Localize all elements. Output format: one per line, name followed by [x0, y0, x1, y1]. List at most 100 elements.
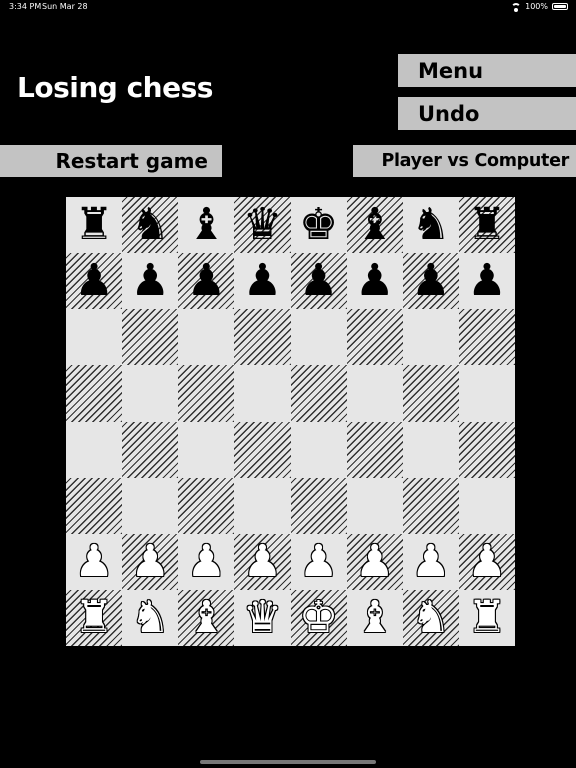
square-b7[interactable]: ♟	[122, 253, 179, 310]
black-pawn-icon[interactable]: ♟	[355, 259, 394, 303]
square-c4[interactable]	[178, 421, 235, 478]
square-h7[interactable]: ♟	[458, 253, 515, 310]
square-f8[interactable]: ♝	[346, 197, 403, 254]
white-pawn-icon[interactable]: ♟	[243, 539, 282, 584]
square-d7[interactable]: ♟	[234, 253, 291, 310]
square-b1[interactable]: ♞	[122, 589, 179, 646]
white-pawn-icon[interactable]: ♟	[411, 539, 450, 584]
square-h5[interactable]	[458, 365, 515, 422]
square-f3[interactable]	[346, 477, 403, 534]
square-e5[interactable]	[290, 365, 347, 422]
square-f5[interactable]	[346, 365, 403, 422]
white-bishop-icon[interactable]: ♝	[355, 595, 394, 640]
square-e4[interactable]	[290, 421, 347, 478]
black-pawn-icon[interactable]: ♟	[187, 259, 226, 303]
square-g6[interactable]	[402, 309, 459, 366]
square-e2[interactable]: ♟	[290, 533, 347, 590]
square-b5[interactable]	[122, 365, 179, 422]
square-d1[interactable]: ♛	[234, 589, 291, 646]
square-h8[interactable]: ♜	[458, 197, 515, 254]
black-bishop-icon[interactable]: ♝	[355, 203, 394, 247]
square-a1[interactable]: ♜	[66, 589, 123, 646]
white-pawn-icon[interactable]: ♟	[74, 539, 113, 584]
square-b2[interactable]: ♟	[122, 533, 179, 590]
undo-button[interactable]: Undo	[398, 97, 576, 130]
white-rook-icon[interactable]: ♜	[467, 595, 506, 640]
black-pawn-icon[interactable]: ♟	[411, 259, 450, 303]
black-bishop-icon[interactable]: ♝	[187, 203, 226, 247]
square-f6[interactable]	[346, 309, 403, 366]
square-g3[interactable]	[402, 477, 459, 534]
square-a7[interactable]: ♟	[66, 253, 123, 310]
square-b6[interactable]	[122, 309, 179, 366]
restart-game-button[interactable]: Restart game	[0, 145, 222, 177]
square-a8[interactable]: ♜	[66, 197, 123, 254]
square-a2[interactable]: ♟	[66, 533, 123, 590]
square-d2[interactable]: ♟	[234, 533, 291, 590]
square-e1[interactable]: ♚	[290, 589, 347, 646]
square-b3[interactable]	[122, 477, 179, 534]
square-d3[interactable]	[234, 477, 291, 534]
black-king-icon[interactable]: ♚	[299, 203, 338, 247]
square-e7[interactable]: ♟	[290, 253, 347, 310]
square-c5[interactable]	[178, 365, 235, 422]
square-g5[interactable]	[402, 365, 459, 422]
black-rook-icon[interactable]: ♜	[74, 203, 113, 247]
square-g8[interactable]: ♞	[402, 197, 459, 254]
square-d6[interactable]	[234, 309, 291, 366]
white-pawn-icon[interactable]: ♟	[355, 539, 394, 584]
square-g7[interactable]: ♟	[402, 253, 459, 310]
square-c2[interactable]: ♟	[178, 533, 235, 590]
square-f7[interactable]: ♟	[346, 253, 403, 310]
square-c8[interactable]: ♝	[178, 197, 235, 254]
black-pawn-icon[interactable]: ♟	[467, 259, 506, 303]
square-b8[interactable]: ♞	[122, 197, 179, 254]
square-e3[interactable]	[290, 477, 347, 534]
black-pawn-icon[interactable]: ♟	[74, 259, 113, 303]
square-h1[interactable]: ♜	[458, 589, 515, 646]
square-c3[interactable]	[178, 477, 235, 534]
square-f4[interactable]	[346, 421, 403, 478]
square-h2[interactable]: ♟	[458, 533, 515, 590]
white-pawn-icon[interactable]: ♟	[299, 539, 338, 584]
black-pawn-icon[interactable]: ♟	[299, 259, 338, 303]
black-pawn-icon[interactable]: ♟	[243, 259, 282, 303]
square-f1[interactable]: ♝	[346, 589, 403, 646]
white-pawn-icon[interactable]: ♟	[130, 539, 169, 584]
square-f2[interactable]: ♟	[346, 533, 403, 590]
square-c6[interactable]	[178, 309, 235, 366]
square-a4[interactable]	[66, 421, 123, 478]
white-bishop-icon[interactable]: ♝	[187, 595, 226, 640]
square-g2[interactable]: ♟	[402, 533, 459, 590]
square-a3[interactable]	[66, 477, 123, 534]
white-pawn-icon[interactable]: ♟	[467, 539, 506, 584]
square-e6[interactable]	[290, 309, 347, 366]
square-d8[interactable]: ♛	[234, 197, 291, 254]
black-knight-icon[interactable]: ♞	[130, 203, 169, 247]
white-rook-icon[interactable]: ♜	[74, 595, 113, 640]
square-b4[interactable]	[122, 421, 179, 478]
square-d5[interactable]	[234, 365, 291, 422]
square-h6[interactable]	[458, 309, 515, 366]
black-rook-icon[interactable]: ♜	[467, 203, 506, 247]
black-pawn-icon[interactable]: ♟	[130, 259, 169, 303]
white-queen-icon[interactable]: ♛	[243, 595, 282, 640]
square-a6[interactable]	[66, 309, 123, 366]
square-h4[interactable]	[458, 421, 515, 478]
white-knight-icon[interactable]: ♞	[130, 595, 169, 640]
white-knight-icon[interactable]: ♞	[411, 595, 450, 640]
black-knight-icon[interactable]: ♞	[411, 203, 450, 247]
square-e8[interactable]: ♚	[290, 197, 347, 254]
white-king-icon[interactable]: ♚	[299, 595, 338, 640]
square-c7[interactable]: ♟	[178, 253, 235, 310]
square-g4[interactable]	[402, 421, 459, 478]
square-d4[interactable]	[234, 421, 291, 478]
black-queen-icon[interactable]: ♛	[243, 203, 282, 247]
game-mode-button[interactable]: Player vs Computer	[353, 145, 576, 177]
square-h3[interactable]	[458, 477, 515, 534]
square-a5[interactable]	[66, 365, 123, 422]
white-pawn-icon[interactable]: ♟	[187, 539, 226, 584]
square-c1[interactable]: ♝	[178, 589, 235, 646]
square-g1[interactable]: ♞	[402, 589, 459, 646]
menu-button[interactable]: Menu	[398, 54, 576, 87]
